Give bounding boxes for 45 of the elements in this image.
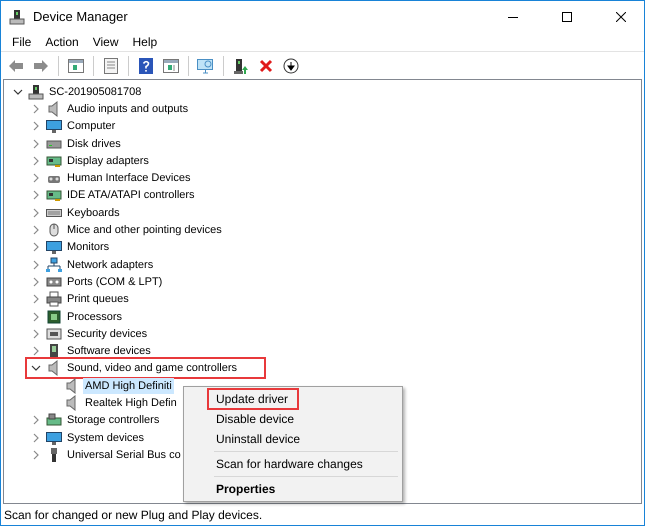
window-title: Device Manager bbox=[33, 8, 128, 26]
tree-item[interactable]: Display adapters bbox=[65, 152, 151, 169]
tree-item[interactable]: System devices bbox=[65, 430, 146, 446]
monitor-icon bbox=[46, 430, 62, 446]
context-menu-item[interactable]: Properties bbox=[186, 479, 284, 499]
tree-item[interactable]: Software devices bbox=[65, 343, 153, 360]
tree-item[interactable]: Sound, video and game controllers bbox=[65, 360, 239, 376]
tree-item[interactable]: AMD High Definiti bbox=[83, 378, 174, 394]
tree-item[interactable]: Storage controllers bbox=[65, 412, 162, 428]
tree-item[interactable]: Security devices bbox=[65, 326, 150, 342]
tree-item[interactable]: Keyboards bbox=[65, 204, 122, 221]
tree-item[interactable]: Human Interface Devices bbox=[65, 170, 192, 186]
storage-controller-icon bbox=[46, 412, 62, 428]
tree-item[interactable]: Universal Serial Bus co bbox=[65, 446, 183, 463]
network-icon bbox=[46, 256, 62, 273]
menu-item[interactable]: File bbox=[5, 33, 38, 51]
menu-item[interactable]: View bbox=[86, 33, 126, 51]
printer-icon bbox=[46, 291, 62, 308]
status-text: Scan for changed or new Plug and Play devices. bbox=[3, 506, 264, 524]
tree-item[interactable]: Mice and other pointing devices bbox=[65, 222, 224, 238]
tree-item[interactable]: Audio inputs and outputs bbox=[65, 100, 190, 117]
device-manager-icon bbox=[9, 9, 25, 25]
tree-item[interactable]: Processors bbox=[65, 308, 124, 324]
monitor-icon bbox=[46, 118, 62, 134]
context-menu-item[interactable]: Uninstall device bbox=[186, 429, 308, 449]
tree-item[interactable]: IDE ATA/ATAPI controllers bbox=[65, 187, 197, 204]
computer-tower-icon bbox=[28, 84, 44, 100]
tree-item[interactable]: Computer bbox=[65, 118, 118, 134]
context-menu-item[interactable]: Disable device bbox=[186, 409, 302, 429]
tree-item[interactable]: Monitors bbox=[65, 239, 112, 256]
processor-chip-icon bbox=[46, 308, 62, 324]
tree-item[interactable]: Disk drives bbox=[65, 136, 123, 152]
context-menu-item[interactable]: Scan for hardware changes bbox=[186, 454, 371, 474]
context-menu-item[interactable]: Update driver bbox=[208, 389, 298, 409]
menu-item[interactable]: Help bbox=[126, 33, 164, 51]
tree-item[interactable]: Print queues bbox=[65, 291, 131, 308]
tree-item[interactable]: Network adapters bbox=[65, 256, 156, 273]
close-icon bbox=[616, 12, 626, 22]
maximize-icon bbox=[562, 12, 572, 22]
tree-item[interactable]: Ports (COM & LPT) bbox=[65, 274, 164, 290]
tree-item[interactable]: SC-201905081708 bbox=[47, 84, 144, 100]
security-device-icon bbox=[46, 326, 62, 342]
monitor-icon bbox=[46, 239, 62, 256]
menu-item[interactable]: Action bbox=[38, 33, 86, 51]
tree-item[interactable]: Realtek High Defin bbox=[83, 394, 179, 411]
